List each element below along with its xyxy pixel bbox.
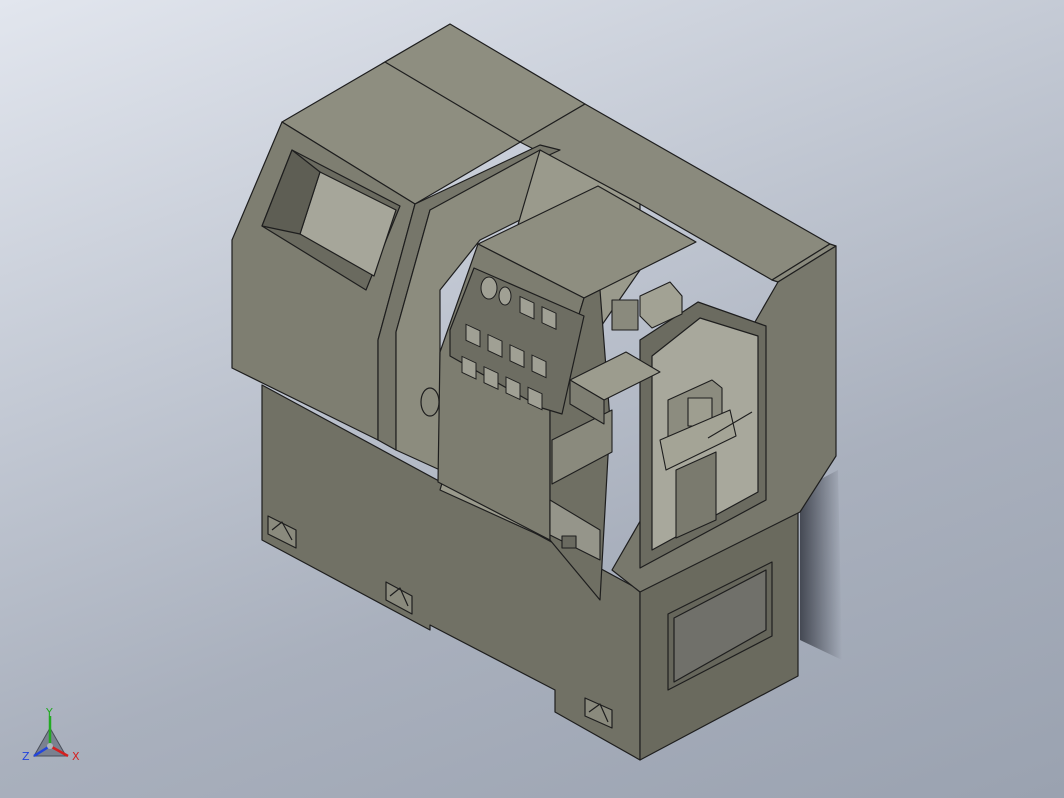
tool-post [611,299,639,331]
panel-dial-2[interactable] [498,286,512,306]
lever-handle[interactable] [561,535,577,549]
panel-dial-1[interactable] [480,276,498,300]
spindle-chuck [420,387,440,417]
view-triad: Y X Z [22,706,80,763]
triad-y-label: Y [45,706,53,719]
triad-z-label: Z [22,750,30,763]
lathe-model[interactable]: Y X Z [0,0,1064,798]
triad-origin [47,743,53,749]
cad-viewport[interactable]: Y X Z [0,0,1064,798]
triad-x-label: X [72,750,80,763]
